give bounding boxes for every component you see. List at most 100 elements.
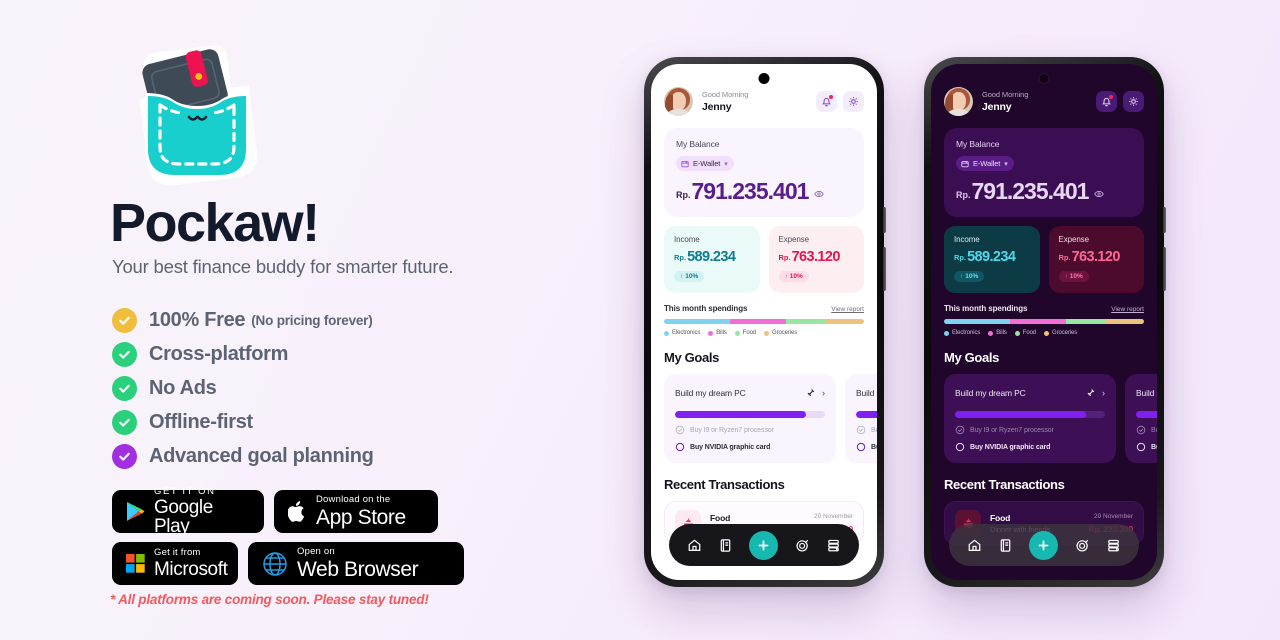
nav-journal[interactable] — [998, 538, 1013, 553]
nav-budget[interactable] — [1106, 538, 1121, 553]
legend-label: Groceries — [772, 330, 798, 336]
stats-row: Income Rp. 589.234 ↑ 10% Expense Rp. 763… — [944, 225, 1144, 293]
spendings-header: This month spendings View report — [944, 304, 1144, 313]
check-circle-icon — [675, 425, 685, 435]
goal-card[interactable]: Build my dream PC › Buy I9 or Ryzen7 pro… — [664, 374, 836, 463]
badge-title: Microsoft — [154, 558, 228, 580]
arrow-up-icon: ↑ — [680, 273, 684, 280]
goal-task[interactable]: Buy I9 or Ryzen7 processor — [1136, 425, 1157, 435]
goal-task-label: Buy I9 or Ryzen7 processor — [970, 426, 1054, 434]
page-title: Pockaw! — [110, 193, 320, 253]
goal-card[interactable]: Build my dream PC › Buy I9 or Ryzen7 pro… — [845, 374, 877, 463]
settings-button[interactable] — [1123, 91, 1144, 112]
notification-button[interactable] — [1096, 91, 1117, 112]
goal-name: Build my dream PC — [955, 388, 1026, 398]
goal-card[interactable]: Build my dream PC › Buy I9 or Ryzen7 pro… — [944, 374, 1116, 463]
view-report-link[interactable]: View report — [831, 306, 864, 313]
balance-amount: 791.235.401 — [971, 177, 1090, 204]
nav-home[interactable] — [967, 538, 982, 553]
income-card[interactable]: Income Rp. 589.234 ↑ 10% — [944, 225, 1040, 293]
notification-button[interactable] — [816, 91, 837, 112]
legend-dot — [1044, 330, 1050, 336]
income-label: Income — [954, 234, 980, 244]
toggle-balance-visibility[interactable] — [814, 186, 825, 204]
avatar[interactable] — [664, 87, 693, 116]
nav-budget[interactable] — [826, 538, 841, 553]
microsoft-store-badge[interactable]: Get it from Microsoft — [112, 542, 238, 585]
goal-task[interactable]: Buy I9 or Ryzen7 processor — [856, 425, 877, 435]
currency-symbol: Rp. — [676, 189, 691, 200]
goal-task-label: Buy NVIDIA graphic card — [871, 443, 877, 451]
gear-icon — [849, 97, 858, 106]
spend-segment-electronics — [664, 319, 730, 324]
plus-icon — [1039, 540, 1049, 550]
greeting-text: Good Morning — [702, 90, 749, 99]
settings-button[interactable] — [843, 91, 864, 112]
spend-segment-groceries — [1106, 319, 1144, 324]
goal-task[interactable]: Buy I9 or Ryzen7 processor — [955, 425, 1105, 435]
nav-journal[interactable] — [718, 538, 733, 553]
goals-carousel[interactable]: Build my dream PC › Buy I9 or Ryzen7 pro… — [664, 374, 877, 463]
goal-progress-bar — [675, 411, 825, 418]
goal-task[interactable]: Buy NVIDIA graphic card — [675, 442, 825, 452]
nav-add[interactable] — [749, 530, 779, 560]
nav-add[interactable] — [1029, 530, 1059, 560]
income-amount: 589.234 — [967, 248, 1016, 265]
wallet-label: E-Wallet — [973, 159, 1001, 168]
phone-mockup-light: Good Morning Jenny My Balance E-Wallet ▾… — [644, 57, 886, 587]
app-store-badge[interactable]: Download on the App Store — [274, 490, 438, 533]
goals-carousel[interactable]: Build my dream PC › Buy I9 or Ryzen7 pro… — [944, 374, 1157, 463]
spend-segment-groceries — [826, 319, 864, 324]
legend-item: Groceries — [1044, 330, 1077, 336]
chevron-right-icon[interactable]: › — [822, 388, 825, 398]
balance-amount-row: Rp. 791.235.401 — [956, 177, 1132, 204]
bottom-navigation[interactable] — [949, 524, 1139, 566]
expense-card[interactable]: Expense Rp. 763.120 ↑ 10% — [768, 225, 864, 293]
badge-title: App Store — [316, 505, 406, 529]
home-icon — [688, 538, 701, 551]
legend-label: Electronics — [952, 330, 981, 336]
spend-segment-food — [786, 319, 826, 324]
circle-icon — [955, 442, 965, 452]
goal-task-label: Buy NVIDIA graphic card — [970, 443, 1051, 451]
view-report-link[interactable]: View report — [1111, 306, 1144, 313]
user-name: Jenny — [982, 101, 1012, 113]
wallet-selector[interactable]: E-Wallet ▾ — [676, 156, 734, 171]
income-amount: 589.234 — [687, 248, 736, 265]
income-delta: 10% — [685, 273, 699, 280]
pin-icon[interactable] — [1086, 384, 1095, 402]
web-browser-badge[interactable]: Open on Web Browser — [248, 542, 464, 585]
income-card[interactable]: Income Rp. 589.234 ↑ 10% — [664, 225, 760, 293]
expense-card[interactable]: Expense Rp. 763.120 ↑ 10% — [1048, 225, 1144, 293]
goal-task[interactable]: Buy NVIDIA graphic card — [955, 442, 1105, 452]
nav-goals[interactable] — [795, 538, 810, 553]
google-play-badge[interactable]: GET IT ON Google Play — [112, 487, 264, 536]
home-icon — [968, 538, 981, 551]
toggle-balance-visibility[interactable] — [1094, 186, 1105, 204]
transaction-category: Food — [710, 512, 731, 523]
goal-card[interactable]: Build my dream PC › Buy I9 or Ryzen7 pro… — [1125, 374, 1157, 463]
avatar[interactable] — [944, 87, 973, 116]
income-delta: 10% — [965, 273, 979, 280]
legend-dot — [664, 330, 669, 336]
goal-task[interactable]: Buy NVIDIA graphic card — [856, 442, 877, 452]
goal-name: Build my dream PC — [675, 388, 746, 398]
nav-goals[interactable] — [1075, 538, 1090, 553]
notification-dot — [829, 95, 833, 99]
goal-task[interactable]: Buy NVIDIA graphic card — [1136, 442, 1157, 452]
goal-task[interactable]: Buy I9 or Ryzen7 processor — [675, 425, 825, 435]
goal-task-label: Buy I9 or Ryzen7 processor — [871, 426, 877, 434]
chevron-down-icon: ▾ — [1004, 160, 1008, 168]
greeting-block: Good Morning Jenny — [982, 90, 1096, 113]
nav-home[interactable] — [687, 538, 702, 553]
wallet-selector[interactable]: E-Wallet ▾ — [956, 156, 1014, 171]
chevron-right-icon[interactable]: › — [1102, 388, 1105, 398]
expense-label: Expense — [778, 234, 810, 244]
expense-amount: 763.120 — [791, 248, 841, 265]
wallet-icon — [681, 160, 689, 167]
legend-dot — [988, 330, 994, 336]
bottom-navigation[interactable] — [669, 524, 859, 566]
balance-card: My Balance E-Wallet ▾ Rp. 791.235.401 — [944, 128, 1144, 217]
expense-delta: 10% — [789, 273, 803, 280]
pin-icon[interactable] — [806, 384, 815, 402]
